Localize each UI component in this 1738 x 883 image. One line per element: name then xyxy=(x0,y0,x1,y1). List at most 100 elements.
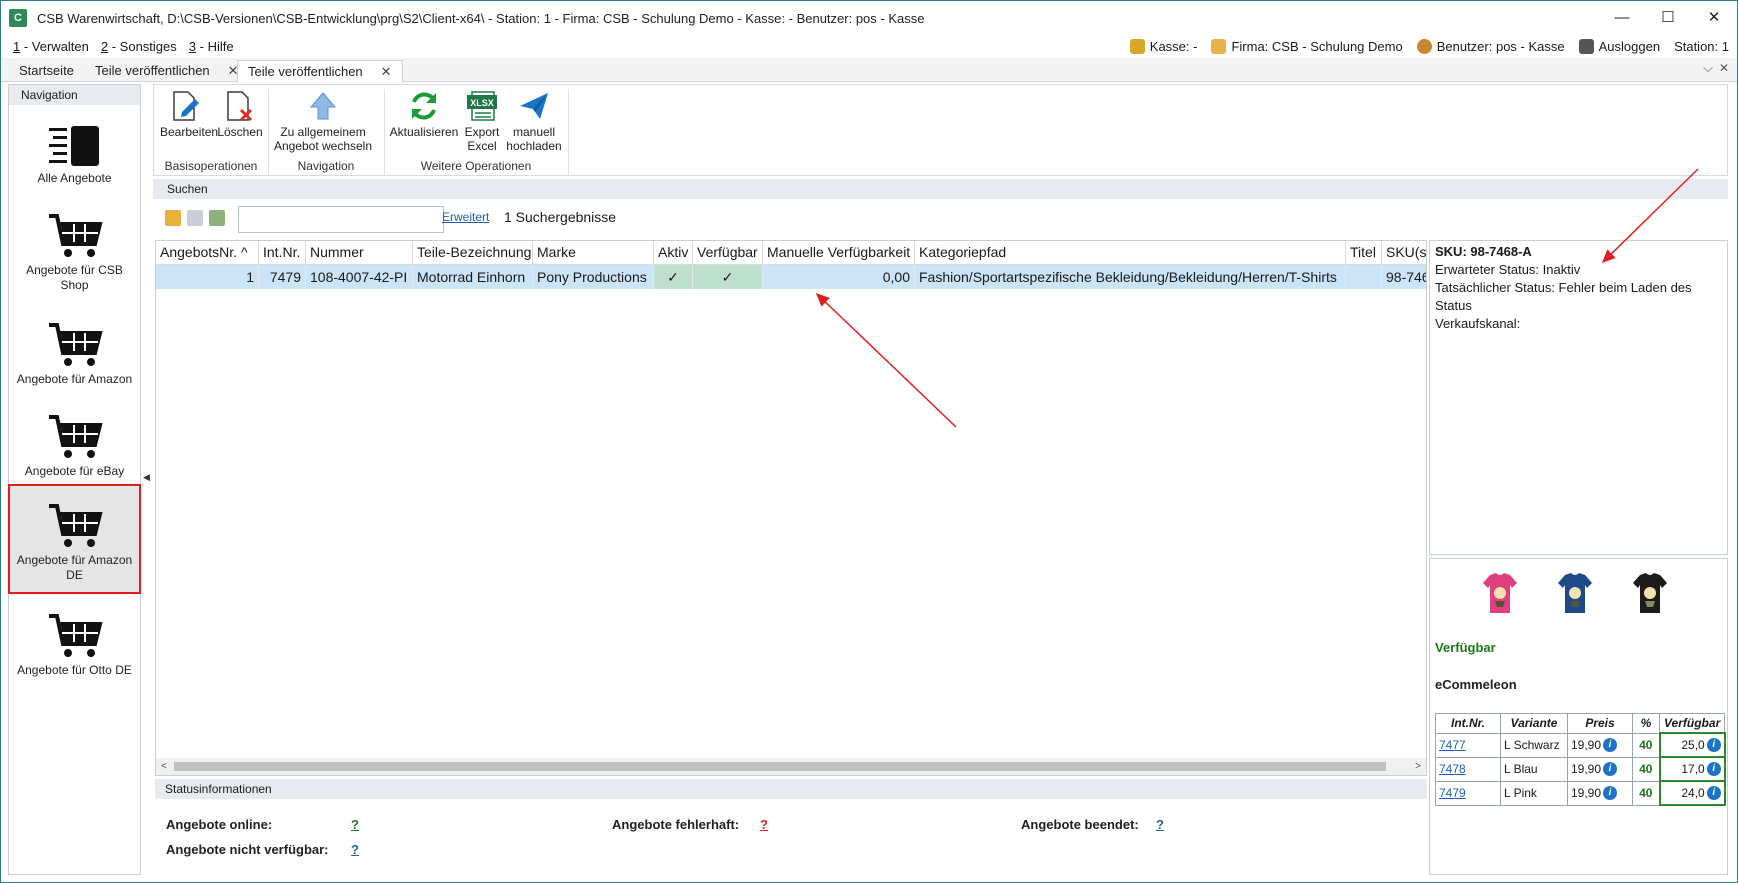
th-intnr: Int.Nr. xyxy=(1435,713,1501,734)
aktualisieren-button[interactable]: Aktualisieren xyxy=(388,89,460,139)
search-header: Suchen xyxy=(153,179,1728,199)
close-all-tabs-icon[interactable]: ✕ xyxy=(1719,61,1729,75)
search-input[interactable] xyxy=(238,206,444,233)
cash-register-icon xyxy=(1129,38,1145,54)
cell-aktiv-check-icon[interactable]: ✓ xyxy=(654,265,693,289)
col-manuelle-verfuegbarkeit[interactable]: Manuelle Verfügbarkeit xyxy=(763,241,915,264)
user-icon xyxy=(1416,38,1432,54)
variant-intnr-link[interactable]: 7477 xyxy=(1439,738,1466,752)
tab-teile-veroeffentlichen-2[interactable]: Teile veröffentlichen ✕ xyxy=(237,60,403,83)
variant-name: L Schwarz xyxy=(1500,732,1568,758)
beendet-value[interactable]: ? xyxy=(1156,817,1164,832)
scroll-right-icon[interactable]: > xyxy=(1415,758,1421,775)
cell-angebotsnr: 1 xyxy=(156,265,259,289)
info-icon[interactable]: i xyxy=(1706,786,1721,801)
col-nummer[interactable]: Nummer xyxy=(306,241,413,264)
loeschen-button[interactable]: Löschen xyxy=(216,89,264,139)
send-icon xyxy=(520,93,548,119)
maximize-button[interactable]: ☐ xyxy=(1645,1,1691,35)
kasse-status[interactable]: Kasse: - xyxy=(1129,38,1197,54)
col-intnr[interactable]: Int.Nr. xyxy=(259,241,306,264)
col-verfuegbar[interactable]: Verfügbar xyxy=(693,241,763,264)
bearbeiten-button[interactable]: Bearbeiten xyxy=(160,89,218,139)
horizontal-scrollbar[interactable]: < > xyxy=(156,758,1426,775)
nav-item-amazon-de[interactable]: Angebote für Amazon DE xyxy=(8,484,141,594)
arrow-up-icon xyxy=(310,92,336,120)
col-skus[interactable]: SKU(s) xyxy=(1382,241,1426,264)
export-excel-button[interactable]: XLSX Export Excel xyxy=(462,89,502,153)
save-icon[interactable] xyxy=(187,210,203,226)
scroll-left-icon[interactable]: < xyxy=(161,758,167,775)
cart-icon xyxy=(48,415,103,458)
variant-price-cell: 19,90 i xyxy=(1567,756,1633,782)
info-icon[interactable]: i xyxy=(1706,762,1721,777)
benutzer-status[interactable]: Benutzer: pos - Kasse xyxy=(1416,38,1565,54)
menu-sonstiges[interactable]: 2 - Sonstiges xyxy=(101,39,177,54)
offers-grid: AngebotsNr. ^ Int.Nr. Nummer Teile-Bezei… xyxy=(155,240,1427,776)
close-tab-icon[interactable]: ✕ xyxy=(381,64,392,79)
close-window-button[interactable]: ✕ xyxy=(1691,1,1737,35)
beendet-label: Angebote beendet: xyxy=(1021,817,1139,832)
tab-startseite[interactable]: Startseite xyxy=(9,60,84,82)
cell-marke: Pony Productions xyxy=(533,265,654,289)
variant-row: 7477 L Schwarz 19,90 i 40 25,0 i xyxy=(1435,732,1726,758)
offer-detail-panel: SKU: 98-7468-A Erwarteter Status: Inakti… xyxy=(1429,240,1728,555)
col-marke[interactable]: Marke xyxy=(533,241,654,264)
info-icon[interactable]: i xyxy=(1603,738,1618,753)
col-titel[interactable]: Titel xyxy=(1346,241,1382,264)
info-icon[interactable]: i xyxy=(1706,738,1721,753)
save-as-icon[interactable] xyxy=(209,210,225,226)
document-tab-bar: Startseite Teile veröffentlichen ✕ Teile … xyxy=(1,58,1737,83)
nicht-verfuegbar-value[interactable]: ? xyxy=(351,842,359,857)
nav-item-ebay[interactable]: Angebote für eBay xyxy=(10,413,139,483)
title-bar: C CSB Warenwirtschaft, D:\CSB-Versionen\… xyxy=(1,1,1737,35)
manuell-hochladen-button[interactable]: manuell hochladen xyxy=(504,89,564,153)
nav-item-amazon[interactable]: Angebote für Amazon xyxy=(10,321,139,395)
online-value[interactable]: ? xyxy=(351,817,359,832)
group-label-weitere-operationen: Weitere Operationen xyxy=(420,159,532,173)
menu-verwalten[interactable]: 1 - Verwalten xyxy=(13,39,89,54)
tshirt-black-image[interactable] xyxy=(1632,571,1668,615)
fehlerhaft-value[interactable]: ? xyxy=(760,817,768,832)
menu-hilfe[interactable]: 3 - Hilfe xyxy=(189,39,234,54)
variant-name: L Pink xyxy=(1500,780,1568,806)
logout-button[interactable]: Ausloggen xyxy=(1578,38,1660,54)
detail-actual-status: Tatsächlicher Status: Fehler beim Laden … xyxy=(1435,280,1692,313)
variant-intnr-link[interactable]: 7479 xyxy=(1439,786,1466,800)
tab-list-chevron-icon[interactable]: ⌵ xyxy=(1703,60,1713,76)
variant-intnr-link[interactable]: 7478 xyxy=(1439,762,1466,776)
status-area: Kasse: - Firma: CSB - Schulung Demo Benu… xyxy=(1129,34,1729,58)
tab-teile-veroeffentlichen-1[interactable]: Teile veröffentlichen ✕ xyxy=(85,60,249,82)
zu-allgemeinem-angebot-button[interactable]: Zu allgemeinem Angebot wechseln xyxy=(272,89,374,153)
col-bezeichnung[interactable]: Teile-Bezeichnung xyxy=(413,241,533,264)
cell-verfuegbar-check-icon[interactable]: ✓ xyxy=(693,265,763,289)
tshirt-blue-image[interactable] xyxy=(1557,571,1593,615)
firma-status[interactable]: Firma: CSB - Schulung Demo xyxy=(1211,38,1403,54)
scrollbar-thumb[interactable] xyxy=(174,762,1386,771)
th-percent: % xyxy=(1632,713,1660,734)
erweitert-link[interactable]: Erweitert xyxy=(442,210,489,224)
cart-icon xyxy=(48,214,103,257)
cell-manuelle-verfuegbarkeit[interactable]: 0,00 xyxy=(763,265,915,289)
info-icon[interactable]: i xyxy=(1603,786,1618,801)
col-aktiv[interactable]: Aktiv xyxy=(654,241,693,264)
info-icon[interactable]: i xyxy=(1603,762,1618,777)
list-icon xyxy=(48,126,99,166)
collapse-panel-arrow-icon[interactable]: ◀ xyxy=(143,472,150,483)
cell-kategoriepfad: Fashion/Sportartspezifische Bekleidung/B… xyxy=(915,265,1346,289)
col-kategoriepfad[interactable]: Kategoriepfad xyxy=(915,241,1346,264)
cell-skus: 98-7468 xyxy=(1382,265,1426,289)
nav-item-alle-angebote[interactable]: Alle Angebote xyxy=(10,124,139,202)
nav-item-otto-de[interactable]: Angebote für Otto DE xyxy=(10,612,139,684)
nav-item-csb-shop[interactable]: Angebote für CSB Shop xyxy=(10,212,139,302)
group-label-navigation: Navigation xyxy=(297,159,355,173)
minimize-button[interactable]: — xyxy=(1599,1,1645,35)
col-angebotsnr[interactable]: AngebotsNr. ^ xyxy=(156,241,259,264)
ribbon-separator xyxy=(568,89,569,175)
ribbon-toolbar: Bearbeiten Löschen Zu allgemeinem Angebot… xyxy=(153,84,1728,176)
cart-icon xyxy=(48,504,103,547)
tshirt-pink-image[interactable] xyxy=(1482,571,1518,615)
fehlerhaft-label: Angebote fehlerhaft: xyxy=(612,817,740,832)
table-row[interactable]: 1 7479 108-4007-42-PI Motorrad Einhorn P… xyxy=(156,265,1426,289)
open-folder-icon[interactable] xyxy=(165,210,181,226)
